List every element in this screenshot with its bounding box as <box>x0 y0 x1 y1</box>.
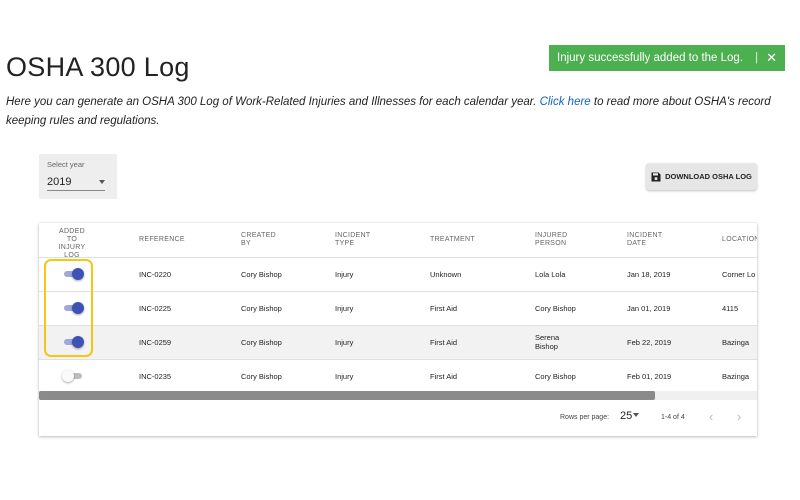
added-to-log-toggle[interactable] <box>62 336 84 348</box>
cell-injured-person: Lola Lola <box>535 270 566 279</box>
col-incident-date[interactable]: INCIDENT DATE <box>627 232 667 248</box>
year-select-value-row[interactable]: 2019 <box>47 176 105 191</box>
col-incident-type[interactable]: INCIDENT TYPE <box>335 232 375 248</box>
cell-location: Bazinga <box>722 372 750 381</box>
injury-table-card: ADDED TO INJURY LOG REFERENCE CREATED BY… <box>39 223 757 436</box>
table-row[interactable]: INC-0220 Cory Bishop Injury Unknown Lola… <box>39 258 757 292</box>
cell-incident-type: Injury <box>335 372 354 381</box>
cell-incident-date: Feb 22, 2019 <box>627 338 672 347</box>
added-to-log-toggle[interactable] <box>62 268 84 280</box>
cell-injured-person: Cory Bishop <box>535 304 576 313</box>
cell-created-by: Cory Bishop <box>241 372 282 381</box>
col-location[interactable]: LOCATION <box>722 236 757 244</box>
download-osha-log-button[interactable]: DOWNLOAD OSHA LOG <box>646 163 757 190</box>
added-to-log-toggle[interactable] <box>62 302 84 314</box>
cell-location: 4115 <box>722 304 739 313</box>
cell-reference: INC-0259 <box>139 338 172 347</box>
cell-incident-date: Jan 01, 2019 <box>627 304 671 313</box>
table-row[interactable]: INC-0225 Cory Bishop Injury First Aid Co… <box>39 292 757 326</box>
cell-created-by: Cory Bishop <box>241 338 282 347</box>
cell-incident-type: Injury <box>335 270 354 279</box>
intro-text-before: Here you can generate an OSHA 300 Log of… <box>6 96 540 108</box>
cell-reference: INC-0235 <box>139 372 172 381</box>
col-treatment[interactable]: TREATMENT <box>430 236 475 244</box>
cell-injured-person: Serena Bishop <box>535 333 560 351</box>
cell-location: Corner Lo <box>722 270 756 279</box>
cell-incident-type: Injury <box>335 338 354 347</box>
col-created-by[interactable]: CREATED BY <box>241 232 281 248</box>
rows-per-page-label: Rows per page: <box>560 414 610 421</box>
table-row[interactable]: INC-0235 Cory Bishop Injury First Aid Co… <box>39 360 757 393</box>
cell-treatment: Unknown <box>430 270 462 279</box>
cell-reference: INC-0220 <box>139 270 172 279</box>
close-icon[interactable]: ✕ <box>766 50 777 66</box>
toast-message: Injury successfully added to the Log. <box>557 52 744 64</box>
chevron-left-icon[interactable]: ‹ <box>709 409 713 424</box>
cell-treatment: First Aid <box>430 338 458 347</box>
col-added-to-injury-log[interactable]: ADDED TO INJURY LOG <box>54 228 90 260</box>
year-select-value: 2019 <box>47 176 72 188</box>
table-pagination: Rows per page: 25 1-4 of 4 ‹ › <box>39 400 757 436</box>
cell-injured-person: Cory Bishop <box>535 372 576 381</box>
added-to-log-toggle[interactable] <box>62 370 84 382</box>
cell-treatment: First Aid <box>430 304 458 313</box>
pagination-range: 1-4 of 4 <box>661 414 685 421</box>
download-button-label: DOWNLOAD OSHA LOG <box>665 172 752 181</box>
cell-location: Bazinga <box>722 338 750 347</box>
cell-treatment: First Aid <box>430 372 458 381</box>
chevron-right-icon[interactable]: › <box>737 409 741 424</box>
cell-incident-date: Feb 01, 2019 <box>627 372 672 381</box>
cell-incident-type: Injury <box>335 304 354 313</box>
cell-reference: INC-0225 <box>139 304 172 313</box>
year-select[interactable]: Select year 2019 <box>39 154 117 199</box>
success-toast: Injury successfully added to the Log. | … <box>549 45 785 71</box>
cell-incident-date: Jan 18, 2019 <box>627 270 671 279</box>
page-title: OSHA 300 Log <box>6 52 190 82</box>
cell-created-by: Cory Bishop <box>241 270 282 279</box>
col-reference[interactable]: REFERENCE <box>139 236 185 244</box>
click-here-link[interactable]: Click here <box>540 96 591 108</box>
rows-per-page-select[interactable]: 25 <box>620 410 632 422</box>
year-select-label: Select year <box>47 160 85 169</box>
toast-separator: | <box>755 52 759 64</box>
cell-created-by: Cory Bishop <box>241 304 282 313</box>
table-header: ADDED TO INJURY LOG REFERENCE CREATED BY… <box>39 223 757 260</box>
page-intro: Here you can generate an OSHA 300 Log of… <box>6 93 796 131</box>
table-row[interactable]: INC-0259 Cory Bishop Injury First Aid Se… <box>39 326 757 360</box>
save-icon <box>651 172 661 181</box>
caret-down-icon[interactable] <box>633 413 639 417</box>
scrollbar-thumb[interactable] <box>39 391 655 400</box>
horizontal-scrollbar[interactable] <box>39 391 757 400</box>
col-injured-person[interactable]: INJURED PERSON <box>535 232 575 248</box>
caret-down-icon <box>99 180 105 184</box>
